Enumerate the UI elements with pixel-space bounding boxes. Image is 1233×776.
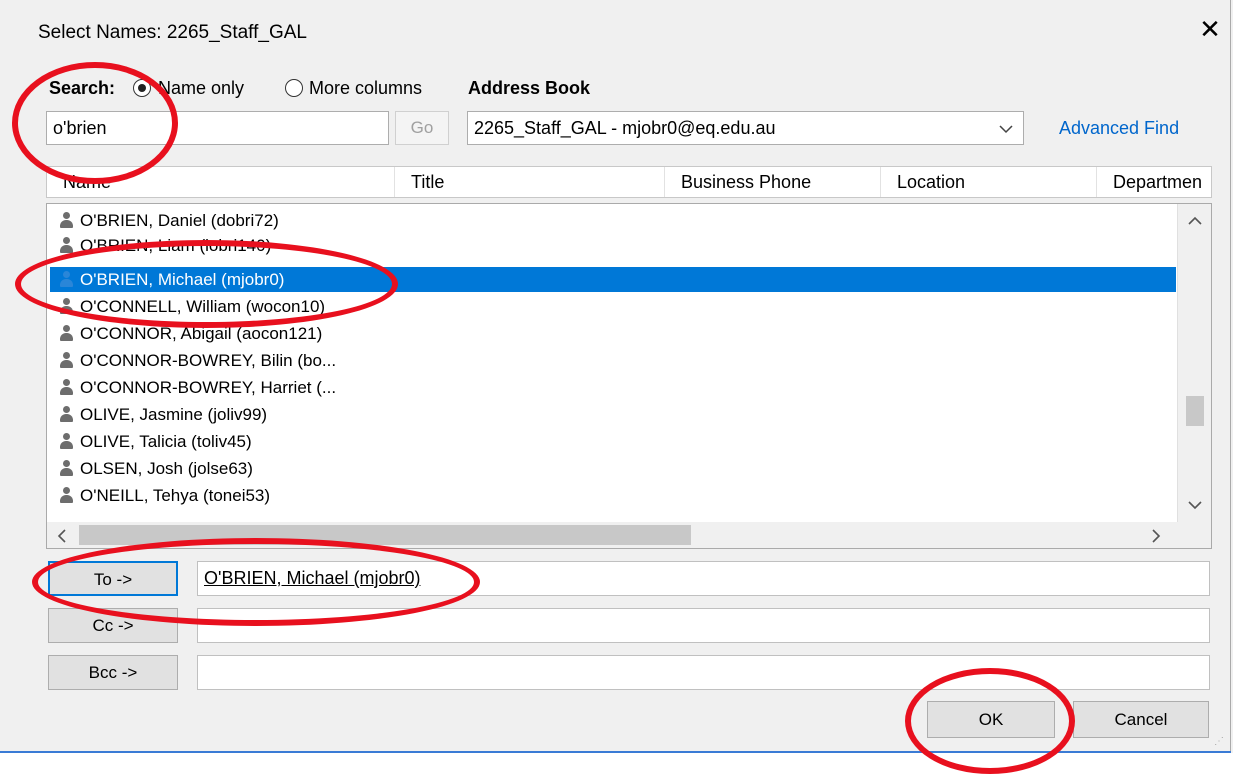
bcc-field[interactable] [197, 655, 1210, 690]
person-icon [60, 379, 73, 395]
ok-button[interactable]: OK [927, 701, 1055, 738]
horizontal-scroll-thumb[interactable] [79, 525, 691, 545]
chevron-down-icon[interactable] [1188, 500, 1202, 510]
to-button[interactable]: To -> [48, 561, 178, 596]
names-list: O'BRIEN, Daniel (dobri72) O'BRIEN, Liam … [46, 203, 1212, 549]
person-icon [60, 487, 73, 503]
dialog-border-right [1230, 0, 1231, 776]
list-item-label: O'BRIEN, Daniel (dobri72) [80, 211, 279, 230]
vertical-scrollbar[interactable] [1177, 204, 1211, 522]
list-item[interactable]: O'CONNOR-BOWREY, Harriet (... [50, 375, 1176, 400]
resize-grip-icon[interactable]: ⋰ [1214, 736, 1224, 747]
list-item-label: OLIVE, Jasmine (joliv99) [80, 405, 268, 424]
person-icon [60, 406, 73, 422]
chevron-up-icon[interactable] [1188, 216, 1202, 226]
chevron-left-icon[interactable] [57, 529, 67, 543]
chevron-right-icon[interactable] [1151, 529, 1161, 543]
list-item-label: O'CONNOR-BOWREY, Bilin (bo... [80, 351, 337, 370]
list-item-label: OLSEN, Josh (jolse63) [80, 459, 253, 478]
cc-button[interactable]: Cc -> [48, 608, 178, 643]
to-field-value: O'BRIEN, Michael (mjobr0) [204, 568, 421, 588]
bcc-button[interactable]: Bcc -> [48, 655, 178, 690]
list-item-label: O'CONNOR, Abigail (aocon121) [80, 324, 323, 343]
person-icon [60, 433, 73, 449]
list-item[interactable]: O'BRIEN, Liam (lobri140) [50, 233, 1176, 258]
cancel-button[interactable]: Cancel [1073, 701, 1209, 738]
address-book-select[interactable]: 2265_Staff_GAL - mjobr0@eq.edu.au [467, 111, 1024, 145]
list-item-selected[interactable]: O'BRIEN, Michael (mjobr0) [50, 267, 1176, 292]
person-icon [60, 325, 73, 341]
list-item[interactable]: O'CONNOR, Abigail (aocon121) [50, 321, 1176, 346]
advanced-find-link[interactable]: Advanced Find [1059, 118, 1179, 139]
list-item[interactable]: O'CONNOR-BOWREY, Bilin (bo... [50, 348, 1176, 373]
more-columns-label[interactable]: More columns [309, 78, 422, 99]
person-icon [60, 212, 73, 228]
search-input[interactable]: o'brien [46, 111, 389, 145]
column-name[interactable]: Name [47, 167, 395, 197]
list-item[interactable]: O'NEILL, Tehya (tonei53) [50, 483, 1176, 508]
column-business-phone[interactable]: Business Phone [665, 167, 881, 197]
address-book-value: 2265_Staff_GAL - mjobr0@eq.edu.au [474, 118, 776, 138]
name-only-radio[interactable] [133, 79, 151, 97]
column-header: Name Title Business Phone Location Depar… [46, 166, 1212, 198]
list-item[interactable]: OLIVE, Jasmine (joliv99) [50, 402, 1176, 427]
dialog-title: Select Names: 2265_Staff_GAL [38, 22, 307, 43]
list-item[interactable]: OLIVE, Talicia (toliv45) [50, 429, 1176, 454]
name-only-label[interactable]: Name only [158, 78, 244, 99]
scrollbar-corner [1177, 522, 1211, 548]
column-department[interactable]: Departmen [1097, 167, 1211, 197]
close-icon[interactable]: ✕ [1195, 14, 1225, 44]
more-columns-radio[interactable] [285, 79, 303, 97]
person-icon [60, 237, 73, 253]
list-item[interactable]: OLSEN, Josh (jolse63) [50, 456, 1176, 481]
to-field[interactable]: O'BRIEN, Michael (mjobr0) [197, 561, 1210, 596]
list-item-label: O'NEILL, Tehya (tonei53) [80, 486, 271, 505]
vertical-scroll-thumb[interactable] [1186, 396, 1204, 426]
list-item-label: OLIVE, Talicia (toliv45) [80, 432, 252, 451]
radio-selected-dot [138, 84, 146, 92]
list-item-label: O'CONNOR-BOWREY, Harriet (... [80, 378, 337, 397]
list-item[interactable]: O'BRIEN, Daniel (dobri72) [50, 208, 1176, 233]
list-item-label: O'CONNELL, William (wocon10) [80, 297, 326, 316]
person-icon [60, 460, 73, 476]
list-item-label: O'BRIEN, Liam (lobri140) [80, 236, 272, 255]
chevron-down-icon [999, 125, 1013, 134]
list-item-label: O'BRIEN, Michael (mjobr0) [80, 270, 285, 289]
column-title[interactable]: Title [395, 167, 665, 197]
go-button[interactable]: Go [395, 111, 449, 145]
address-book-label: Address Book [468, 78, 591, 98]
background-below-dialog [0, 753, 1233, 776]
cc-field[interactable] [197, 608, 1210, 643]
person-icon [60, 352, 73, 368]
column-location[interactable]: Location [881, 167, 1097, 197]
person-icon [60, 298, 73, 314]
list-item[interactable]: O'CONNELL, William (wocon10) [50, 294, 1176, 319]
search-label: Search: [49, 78, 116, 98]
horizontal-scrollbar[interactable] [47, 522, 1177, 548]
person-icon [60, 271, 73, 287]
